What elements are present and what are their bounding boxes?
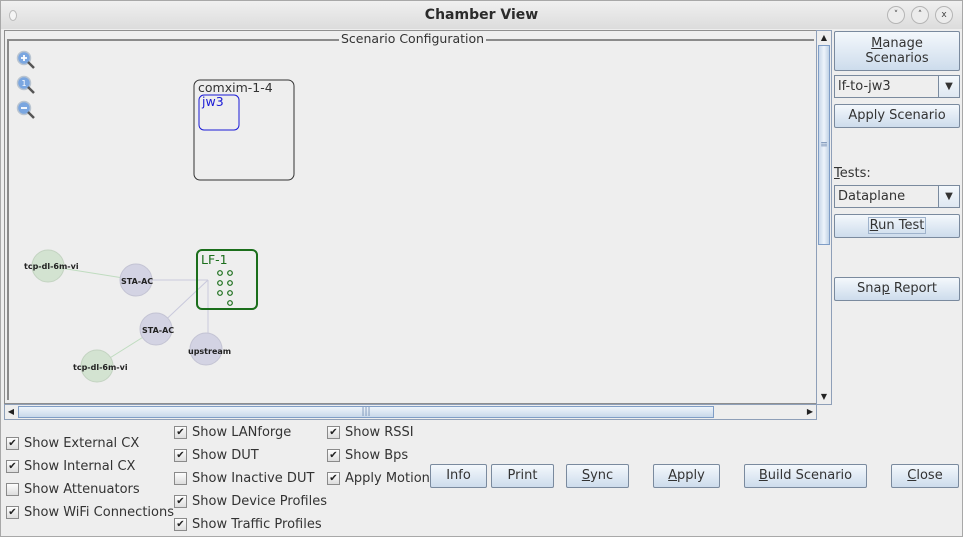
window-title: Chamber View xyxy=(424,7,539,23)
info-button[interactable]: Info xyxy=(430,464,487,488)
show-attenuators-checkbox[interactable]: Show Attenuators xyxy=(6,482,140,497)
show-inactive-dut-checkbox[interactable]: Show Inactive DUT xyxy=(174,471,314,486)
build-scenario-button[interactable]: Build Scenario xyxy=(744,464,867,488)
close-button[interactable]: Close xyxy=(891,464,959,488)
label-text: anage xyxy=(882,36,923,51)
show-lanforge-checkbox[interactable]: ✔ Show LANforge xyxy=(174,425,291,440)
checkbox-label: Show Bps xyxy=(345,448,409,463)
lanforge-ports xyxy=(217,270,233,306)
label-text: pply xyxy=(677,468,705,483)
checkbox-label: Show RSSI xyxy=(345,425,414,440)
show-traffic-profiles-checkbox[interactable]: ✔ Show Traffic Profiles xyxy=(174,517,322,532)
title-bar: Chamber View ˅ ˄ x xyxy=(0,0,963,29)
checkbox-icon: ✔ xyxy=(174,495,187,508)
checkbox-icon xyxy=(174,472,187,485)
show-external-cx-checkbox[interactable]: ✔ Show External CX xyxy=(6,436,139,451)
canvas-title: Scenario Configuration xyxy=(339,31,487,46)
print-button[interactable]: Print xyxy=(491,464,554,488)
horizontal-scrollbar[interactable]: ◀ ||| ▶ xyxy=(4,404,817,420)
checkbox-label: Show External CX xyxy=(24,436,140,451)
label-text: ests: xyxy=(839,166,871,181)
checkbox-label: Show Traffic Profiles xyxy=(192,517,322,532)
show-bps-checkbox[interactable]: ✔ Show Bps xyxy=(327,448,408,463)
checkbox-label: Show WiFi Connections xyxy=(24,505,174,520)
mnemonic: S xyxy=(581,468,591,483)
mnemonic: A xyxy=(668,468,678,483)
snap-report-button[interactable]: Snap Report xyxy=(834,277,960,301)
grip-icon: ≡ xyxy=(820,140,828,150)
scenario-canvas-panel: Scenario Configuration 1 comxim-1-4 jw3 … xyxy=(4,30,819,404)
checkbox-icon: ✔ xyxy=(327,472,340,485)
minimize-button[interactable]: ˅ xyxy=(887,6,905,24)
scroll-right-icon[interactable]: ▶ xyxy=(804,405,816,419)
lanforge-label: LF-1 xyxy=(201,252,228,267)
maximize-button[interactable]: ˄ xyxy=(911,6,929,24)
checkbox-label: Show LANforge xyxy=(192,425,292,440)
vertical-scrollbar[interactable]: ▲ ≡ ▼ xyxy=(816,30,832,405)
checkbox-label: Show Inactive DUT xyxy=(192,471,315,486)
label-text: Sna xyxy=(857,281,882,296)
label-text: lose xyxy=(916,468,943,483)
apply-motion-checkbox[interactable]: ✔ Apply Motion xyxy=(327,471,430,486)
chamber-label: comxim-1-4 xyxy=(198,80,273,95)
label-text: Report xyxy=(889,281,937,296)
mnemonic: R xyxy=(869,218,879,233)
checkbox-label: Show Device Profiles xyxy=(192,494,327,509)
node-label: tcp-dl-6m-vi xyxy=(24,262,79,271)
node-label: tcp-dl-6m-vi xyxy=(73,363,128,372)
scenarios-label: Scenarios xyxy=(865,51,929,66)
tests-select[interactable]: Dataplane ▼ xyxy=(834,185,960,208)
label-text: ync xyxy=(590,468,614,483)
mnemonic: B xyxy=(758,468,768,483)
node-label: upstream xyxy=(188,347,232,356)
show-device-profiles-checkbox[interactable]: ✔ Show Device Profiles xyxy=(174,494,327,509)
scenario-graph xyxy=(31,79,295,383)
scenario-value: lf-to-jw3 xyxy=(838,79,891,94)
show-dut-checkbox[interactable]: ✔ Show DUT xyxy=(174,448,259,463)
scroll-up-icon[interactable]: ▲ xyxy=(817,31,831,45)
checkbox-label: Apply Motion xyxy=(345,471,430,486)
close-window-button[interactable]: x xyxy=(935,6,953,24)
sync-button[interactable]: Sync xyxy=(566,464,629,488)
checkbox-label: Show Internal CX xyxy=(24,459,136,474)
mnemonic: p xyxy=(881,281,890,296)
label-text: un Test xyxy=(878,218,925,233)
checkbox-icon: ✔ xyxy=(174,426,187,439)
show-internal-cx-checkbox[interactable]: ✔ Show Internal CX xyxy=(6,459,135,474)
scenario-select[interactable]: lf-to-jw3 ▼ xyxy=(834,75,960,98)
checkbox-icon: ✔ xyxy=(6,506,19,519)
node-label: STA-AC xyxy=(142,326,175,335)
chevron-down-icon[interactable]: ▼ xyxy=(938,76,959,97)
node-label: STA-AC xyxy=(121,277,154,286)
checkbox-icon: ✔ xyxy=(6,460,19,473)
checkbox-icon xyxy=(6,483,19,496)
checkbox-icon: ✔ xyxy=(327,426,340,439)
checkbox-icon: ✔ xyxy=(174,449,187,462)
label-text: uild Scenario xyxy=(767,468,853,483)
vertical-scroll-thumb[interactable]: ≡ xyxy=(818,45,830,245)
checkbox-label: Show DUT xyxy=(192,448,259,463)
mnemonic: M xyxy=(871,36,883,51)
manage-scenarios-button[interactable]: Manage Scenarios xyxy=(834,31,960,71)
checkbox-label: Show Attenuators xyxy=(24,482,140,497)
scroll-down-icon[interactable]: ▼ xyxy=(817,390,831,404)
scroll-left-icon[interactable]: ◀ xyxy=(5,405,17,419)
run-test-label: Run Test xyxy=(867,217,927,234)
run-test-button[interactable]: Run Test xyxy=(834,214,960,238)
chevron-down-icon[interactable]: ▼ xyxy=(938,186,959,207)
tests-label: Tests: xyxy=(834,166,871,181)
grip-icon: ||| xyxy=(361,407,371,417)
checkbox-icon: ✔ xyxy=(6,437,19,450)
show-rssi-checkbox[interactable]: ✔ Show RSSI xyxy=(327,425,414,440)
show-wifi-connections-checkbox[interactable]: ✔ Show WiFi Connections xyxy=(6,505,174,520)
dut-label: jw3 xyxy=(202,94,224,109)
checkbox-icon: ✔ xyxy=(174,518,187,531)
tests-value: Dataplane xyxy=(838,189,906,204)
apply-scenario-button[interactable]: Apply Scenario xyxy=(834,104,960,128)
manage-label: Manage xyxy=(835,36,959,51)
mnemonic: C xyxy=(907,468,917,483)
horizontal-scroll-thumb[interactable]: ||| xyxy=(18,406,714,418)
apply-button[interactable]: Apply xyxy=(653,464,720,488)
checkbox-icon: ✔ xyxy=(327,449,340,462)
